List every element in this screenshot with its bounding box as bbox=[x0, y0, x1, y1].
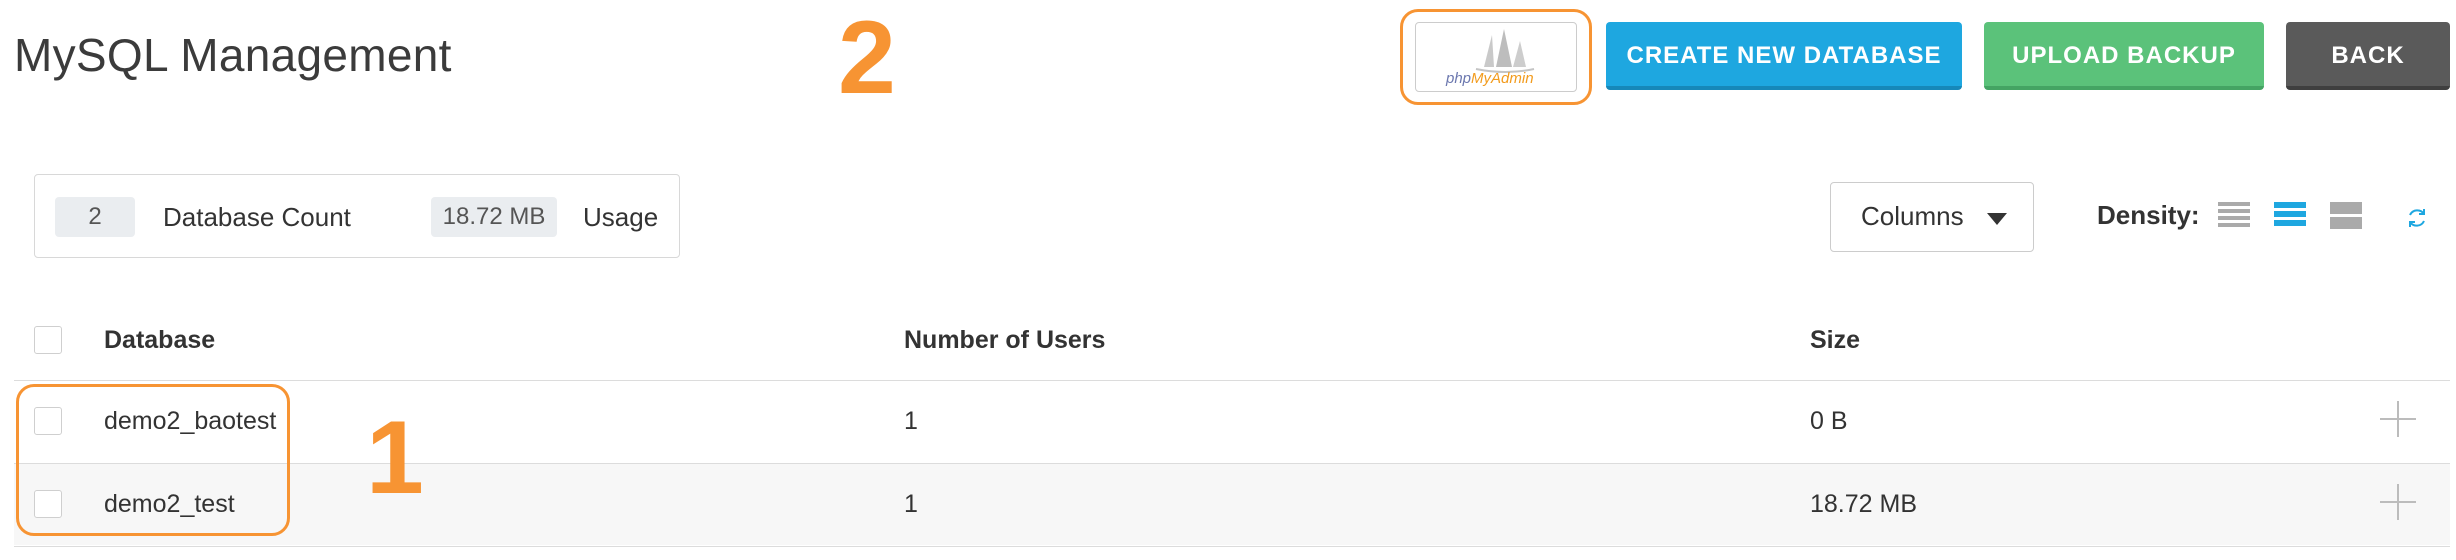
database-count-label: Database Count bbox=[163, 202, 351, 232]
upload-backup-button[interactable]: UPLOAD BACKUP bbox=[1984, 22, 2264, 90]
density-comfortable-icon[interactable] bbox=[2330, 202, 2362, 232]
annotation-highlight-database-rows bbox=[16, 384, 290, 536]
annotation-highlight-phpmyadmin: phpMyAdmin bbox=[1400, 9, 1592, 105]
density-label: Density: bbox=[2097, 200, 2200, 230]
caret-down-icon bbox=[1987, 213, 2007, 225]
density-standard-icon[interactable] bbox=[2274, 202, 2306, 232]
column-header-number-of-users[interactable]: Number of Users bbox=[904, 326, 1105, 355]
column-header-database[interactable]: Database bbox=[104, 326, 215, 355]
table-divider bbox=[14, 546, 2450, 547]
phpmyadmin-logo-text: phpMyAdmin bbox=[1446, 70, 1534, 87]
phpmyadmin-button[interactable]: phpMyAdmin bbox=[1415, 22, 1577, 92]
refresh-icon[interactable] bbox=[2405, 206, 2429, 230]
create-new-database-button[interactable]: CREATE NEW DATABASE bbox=[1606, 22, 1962, 90]
annotation-marker-2: 2 bbox=[838, 0, 896, 116]
column-header-size[interactable]: Size bbox=[1810, 326, 1860, 355]
number-of-users: 1 bbox=[904, 490, 918, 518]
database-stats-panel: 2 Database Count 18.72 MB Usage bbox=[34, 174, 680, 258]
database-size: 0 B bbox=[1810, 407, 1848, 435]
number-of-users: 1 bbox=[904, 407, 918, 435]
columns-dropdown-label: Columns bbox=[1861, 201, 1964, 231]
back-button[interactable]: BACK bbox=[2286, 22, 2450, 90]
database-count-value: 2 bbox=[55, 197, 135, 237]
page-title: MySQL Management bbox=[14, 29, 452, 81]
select-all-checkbox[interactable] bbox=[34, 326, 62, 354]
database-size: 18.72 MB bbox=[1810, 490, 1918, 518]
usage-label: Usage bbox=[583, 202, 659, 232]
expand-row-plus-icon[interactable] bbox=[2380, 484, 2416, 520]
columns-dropdown[interactable]: Columns bbox=[1830, 182, 2034, 252]
expand-row-plus-icon[interactable] bbox=[2380, 401, 2416, 437]
annotation-marker-1: 1 bbox=[366, 400, 424, 516]
density-compact-icon[interactable] bbox=[2218, 202, 2250, 232]
usage-value: 18.72 MB bbox=[431, 197, 557, 237]
